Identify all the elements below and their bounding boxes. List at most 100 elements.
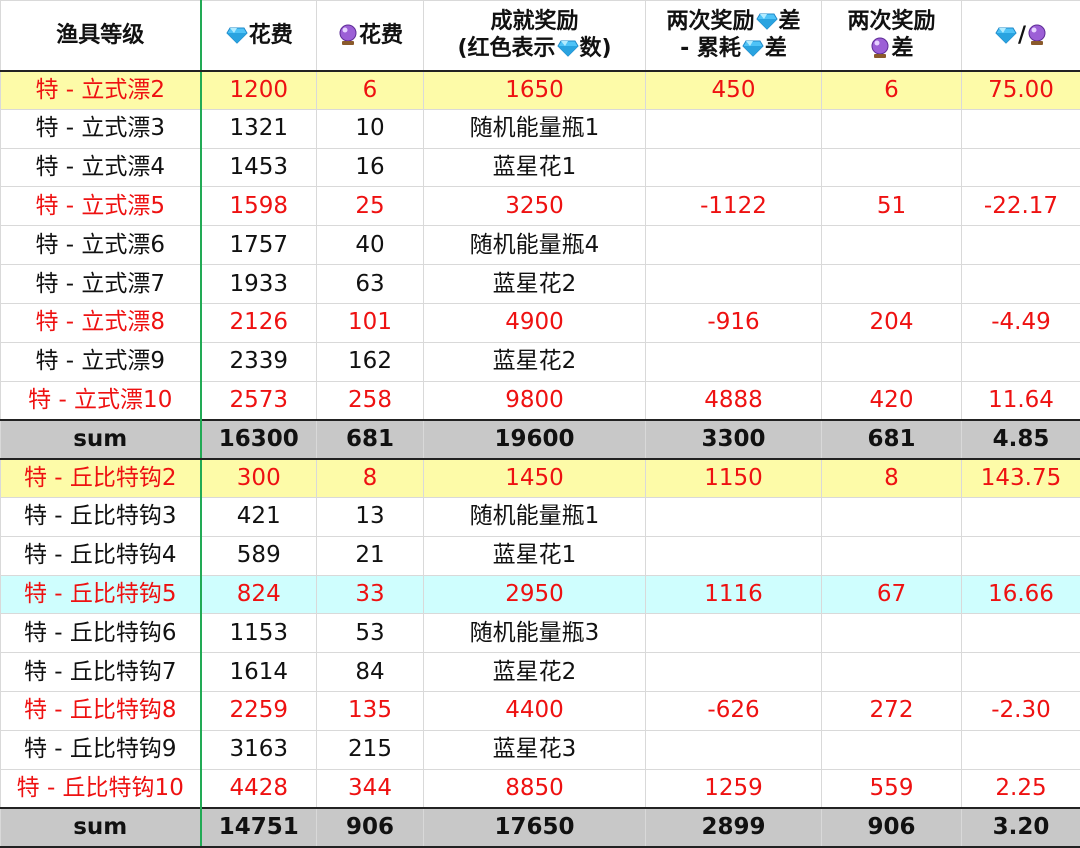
cell-orb-cost: 215 xyxy=(316,729,424,770)
cell-gem-cost: 300 xyxy=(200,458,317,498)
diamond-gem-icon xyxy=(995,27,1017,44)
cell-orb-diff xyxy=(821,652,962,693)
cell-reward: 19600 xyxy=(423,418,646,460)
cell-level: 特 - 立式漂4 xyxy=(0,147,202,188)
cell-level: 特 - 立式漂7 xyxy=(0,264,202,304)
cell-level: 特 - 立式漂10 xyxy=(0,380,202,421)
table-row: 特 - 立式漂5 1598 25 3250 -1122 51 -22.17 xyxy=(0,186,1080,227)
cell-gem-diff xyxy=(645,147,822,188)
cell-gem-diff xyxy=(645,264,822,304)
cell-reward: 蓝星花1 xyxy=(423,535,646,576)
cell-gem-diff xyxy=(645,729,822,770)
cell-gem-diff xyxy=(645,341,822,382)
cell-level: 特 - 丘比特钩6 xyxy=(0,613,202,654)
cell-gem-cost: 1757 xyxy=(200,225,317,266)
cell-level: 特 - 立式漂6 xyxy=(0,225,202,266)
cell-orb-cost: 6 xyxy=(316,70,424,110)
cell-ratio xyxy=(961,496,1080,537)
cell-reward: 随机能量瓶1 xyxy=(423,496,646,537)
cell-reward: 4400 xyxy=(423,691,646,731)
cell-gem-diff: 450 xyxy=(645,70,822,110)
cell-reward: 4900 xyxy=(423,302,646,343)
cell-ratio: 11.64 xyxy=(961,380,1080,421)
cell-gem-cost: 14751 xyxy=(200,806,317,848)
cell-orb-cost: 16 xyxy=(316,147,424,188)
cell-orb-cost: 21 xyxy=(316,535,424,576)
header-level: 渔具等级 xyxy=(0,0,202,72)
cell-gem-diff: 1150 xyxy=(645,458,822,498)
cell-level: 特 - 丘比特钩8 xyxy=(0,691,202,731)
cell-orb-diff xyxy=(821,341,962,382)
header-gem-diff: 两次奖励差 - 累耗差 xyxy=(645,0,822,72)
table-row: 特 - 丘比特钩5 824 33 2950 1116 67 16.66 xyxy=(0,574,1080,615)
cell-level: 特 - 丘比特钩10 xyxy=(0,768,202,809)
cell-ratio xyxy=(961,341,1080,382)
cell-gem-diff xyxy=(645,108,822,149)
cell-ratio: -4.49 xyxy=(961,302,1080,343)
cell-orb-diff xyxy=(821,613,962,654)
cell-level: 特 - 丘比特钩2 xyxy=(0,458,202,498)
cell-orb-cost: 53 xyxy=(316,613,424,654)
cell-gem-cost: 1153 xyxy=(200,613,317,654)
cell-orb-cost: 344 xyxy=(316,768,424,809)
cell-gem-cost: 2126 xyxy=(200,302,317,343)
cell-gem-cost: 824 xyxy=(200,574,317,615)
cell-orb-diff: 8 xyxy=(821,458,962,498)
table-row: 特 - 立式漂3 1321 10 随机能量瓶1 xyxy=(0,108,1080,149)
diamond-gem-icon xyxy=(755,13,778,30)
cell-orb-cost: 33 xyxy=(316,574,424,615)
cell-ratio xyxy=(961,147,1080,188)
cell-orb-diff: 559 xyxy=(821,768,962,809)
cell-ratio: 2.25 xyxy=(961,768,1080,809)
cell-orb-diff xyxy=(821,535,962,576)
cell-reward: 2950 xyxy=(423,574,646,615)
cell-ratio: -2.30 xyxy=(961,691,1080,731)
table-row: 特 - 丘比特钩7 1614 84 蓝星花2 xyxy=(0,652,1080,693)
cell-reward: 蓝星花2 xyxy=(423,264,646,304)
cell-gem-diff: -626 xyxy=(645,691,822,731)
cell-level: 特 - 立式漂2 xyxy=(0,70,202,110)
cell-reward: 1650 xyxy=(423,70,646,110)
table-row: 特 - 立式漂6 1757 40 随机能量瓶4 xyxy=(0,225,1080,266)
cell-gem-diff: -1122 xyxy=(645,186,822,227)
cell-gem-cost: 2259 xyxy=(200,691,317,731)
cell-ratio xyxy=(961,108,1080,149)
header-orb-cost: 花费 xyxy=(316,0,424,72)
cell-gem-cost: 16300 xyxy=(200,418,317,460)
cell-ratio xyxy=(961,729,1080,770)
cell-reward: 3250 xyxy=(423,186,646,227)
cell-gem-cost: 1598 xyxy=(200,186,317,227)
cell-orb-diff: 204 xyxy=(821,302,962,343)
cell-gem-cost: 1200 xyxy=(200,70,317,110)
cell-gem-cost: 1614 xyxy=(200,652,317,693)
table-row: 特 - 立式漂7 1933 63 蓝星花2 xyxy=(0,264,1080,304)
cell-level: 特 - 丘比特钩4 xyxy=(0,535,202,576)
cell-reward: 随机能量瓶1 xyxy=(423,108,646,149)
table-row: 特 - 立式漂10 2573 258 9800 4888 420 11.64 xyxy=(0,380,1080,421)
cell-orb-cost: 84 xyxy=(316,652,424,693)
cell-orb-cost: 10 xyxy=(316,108,424,149)
cell-gem-cost: 3163 xyxy=(200,729,317,770)
cell-orb-cost: 258 xyxy=(316,380,424,421)
cell-ratio: -22.17 xyxy=(961,186,1080,227)
table-row: 特 - 丘比特钩2 300 8 1450 1150 8 143.75 xyxy=(0,458,1080,498)
table-row: 特 - 丘比特钩9 3163 215 蓝星花3 xyxy=(0,729,1080,770)
cell-gem-diff xyxy=(645,496,822,537)
cell-level: 特 - 丘比特钩3 xyxy=(0,496,202,537)
cell-level: 特 - 立式漂8 xyxy=(0,302,202,343)
cell-gem-diff: 1259 xyxy=(645,768,822,809)
cell-orb-cost: 101 xyxy=(316,302,424,343)
cell-orb-cost: 13 xyxy=(316,496,424,537)
cell-reward: 蓝星花3 xyxy=(423,729,646,770)
header-ratio: / xyxy=(961,0,1080,72)
cell-level: 特 - 丘比特钩7 xyxy=(0,652,202,693)
cell-gem-diff: 3300 xyxy=(645,418,822,460)
diamond-gem-icon xyxy=(742,40,764,57)
header-orb-diff: 两次奖励 差 xyxy=(821,0,962,72)
cell-gem-cost: 1933 xyxy=(200,264,317,304)
table-row: 特 - 丘比特钩10 4428 344 8850 1259 559 2.25 xyxy=(0,768,1080,809)
cell-gem-cost: 2573 xyxy=(200,380,317,421)
header-gem-cost: 花费 xyxy=(200,0,317,72)
table-row: 特 - 立式漂9 2339 162 蓝星花2 xyxy=(0,341,1080,382)
cell-gem-diff xyxy=(645,535,822,576)
